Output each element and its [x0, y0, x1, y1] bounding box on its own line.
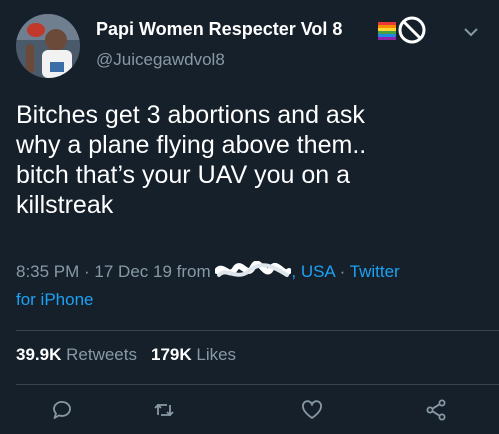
reply-button[interactable] — [50, 398, 74, 422]
tweet-source-link[interactable]: Twitter — [350, 262, 400, 281]
retweets-label: Retweets — [66, 345, 137, 364]
from-label: from — [171, 262, 216, 281]
retweet-button[interactable] — [152, 398, 176, 422]
retweet-icon — [154, 403, 174, 417]
tweet-detail: Papi Women Respecter Vol 8 @Juicegawdvol… — [0, 0, 499, 434]
likes-label: Likes — [196, 345, 237, 364]
separator: · — [334, 262, 350, 281]
tweet-text-line: why a plane flying above them.. — [16, 131, 367, 159]
like-button[interactable] — [300, 398, 324, 422]
like-icon — [302, 400, 322, 419]
share-button[interactable] — [424, 398, 448, 422]
share-icon — [426, 399, 446, 421]
redacted-location-scribble — [215, 261, 292, 277]
reply-icon — [53, 401, 71, 419]
tweet-stats: 39.9K Retweets 179K Likes — [16, 345, 236, 365]
prohibited-icon — [398, 16, 426, 44]
retweets-stat[interactable]: 39.9K Retweets — [16, 345, 137, 364]
tweet-text: Bitches get 3 abortions and ask why a pl… — [16, 100, 486, 220]
separator: · — [79, 262, 95, 281]
tweet-actions — [0, 392, 499, 428]
tweet-location-link[interactable]: , USA — [291, 262, 334, 281]
tweet-text-line: killstreak — [16, 191, 114, 219]
chevron-down-icon[interactable] — [460, 24, 482, 40]
avatar[interactable] — [16, 14, 80, 78]
tweet-text-line: bitch that’s your UAV you on a — [16, 161, 350, 189]
flag-badges — [378, 16, 426, 44]
tweet-source-link-cont[interactable]: for iPhone — [16, 286, 486, 314]
tweet-date[interactable]: 17 Dec 19 — [94, 262, 172, 281]
likes-count: 179K — [150, 345, 192, 364]
user-handle[interactable]: @Juicegawdvol8 — [96, 50, 225, 70]
divider — [16, 330, 499, 331]
rainbow-flag-icon — [378, 22, 396, 40]
tweet-time[interactable]: 8:35 PM — [16, 262, 79, 281]
tweet-text-line: Bitches get 3 abortions and ask — [16, 101, 365, 129]
display-name[interactable]: Papi Women Respecter Vol 8 — [96, 19, 342, 40]
avatar-photo — [16, 14, 80, 78]
likes-stat[interactable]: 179K Likes — [151, 345, 236, 364]
divider — [16, 384, 499, 385]
tweet-meta: 8:35 PM · 17 Dec 19 from , USA · Twitter… — [16, 258, 486, 314]
retweets-count: 39.9K — [16, 345, 62, 364]
